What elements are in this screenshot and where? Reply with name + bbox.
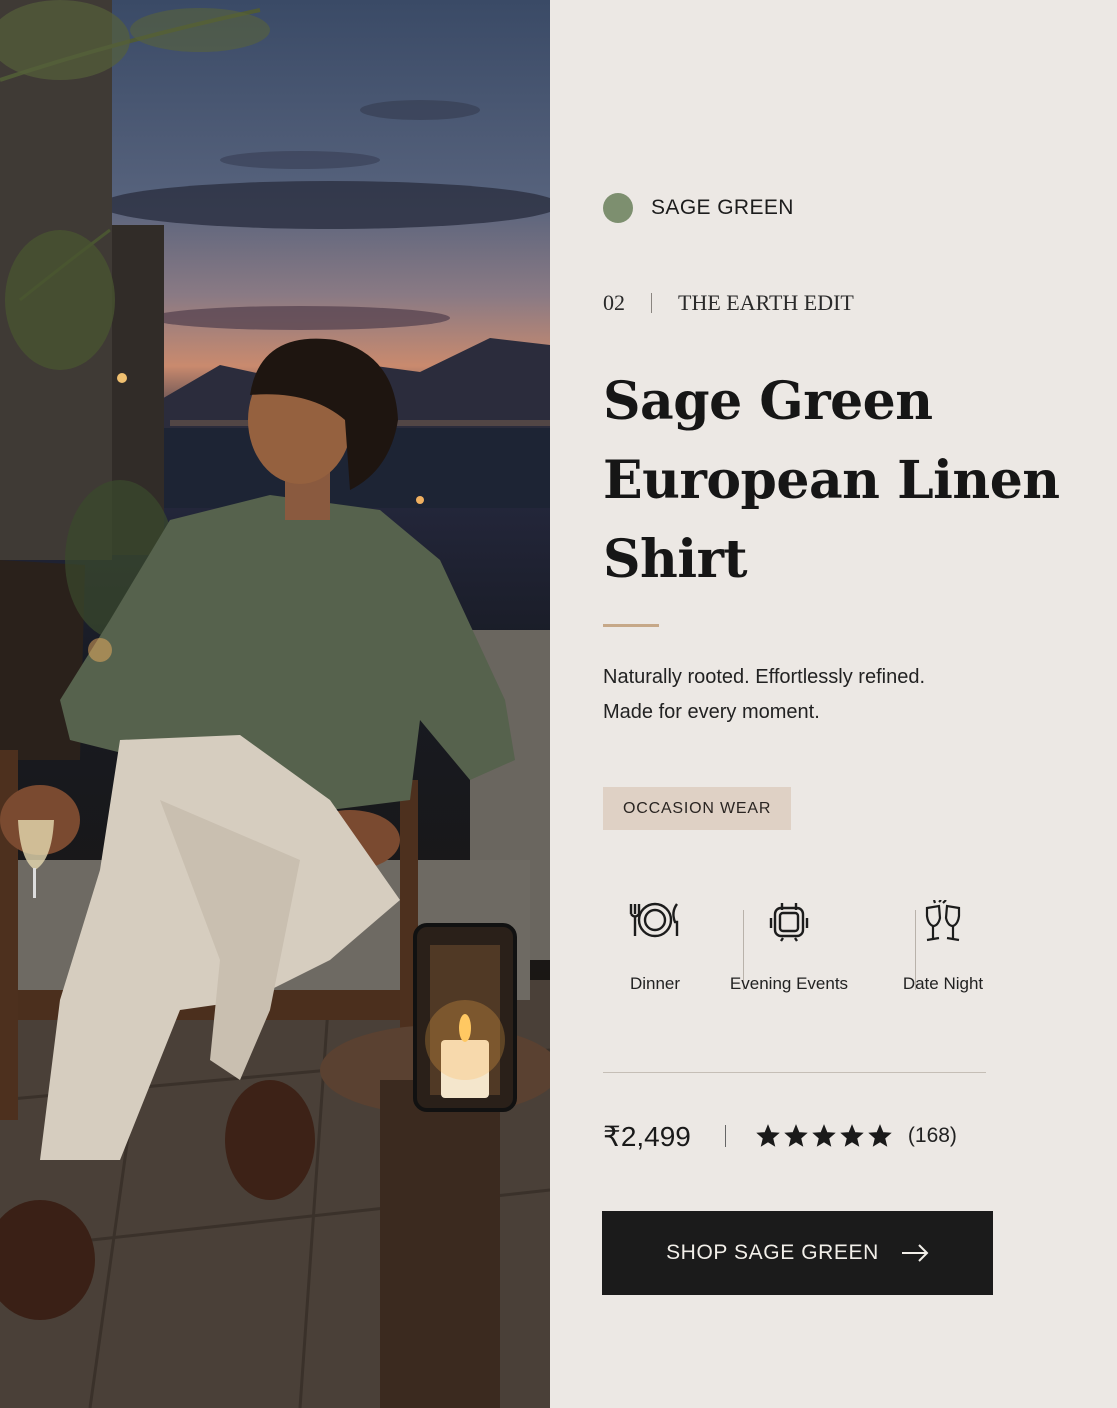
occasion-item-date-night: Date Night — [878, 900, 1008, 994]
color-swatch-label: SAGE GREEN — [651, 196, 794, 219]
star-icon — [756, 1124, 780, 1147]
occasion-label-date-night: Date Night — [902, 974, 984, 993]
collection-separator — [651, 293, 652, 313]
arrow-right-icon — [901, 1244, 929, 1262]
collection-name: THE EARTH EDIT — [678, 290, 854, 315]
occasion-label-evening-events: Evening Events — [729, 974, 849, 993]
event-icon — [724, 900, 854, 960]
occasion-wear-tag: OCCASION WEAR — [603, 787, 792, 830]
tagline-line1: Naturally rooted. Effortlessly refined. — [603, 666, 926, 688]
collection-row: 02 THE EARTH EDIT — [603, 290, 854, 316]
shop-sage-green-button[interactable]: SHOP SAGE GREEN — [602, 1211, 993, 1295]
hero-photo — [0, 0, 550, 1408]
star-icon — [784, 1124, 808, 1147]
color-swatch-row[interactable]: SAGE GREEN — [603, 193, 794, 223]
product-price: ₹2,499 — [603, 1120, 691, 1152]
shop-button-label: SHOP SAGE GREEN — [666, 1241, 879, 1264]
rating-stars[interactable] — [756, 1124, 892, 1148]
product-tagline: Naturally rooted. Effortlessly refined. … — [603, 660, 1023, 730]
price-separator — [724, 1125, 726, 1147]
section-divider — [603, 1072, 986, 1073]
review-count[interactable]: (168) — [908, 1124, 957, 1148]
hero-photo-illustration — [0, 0, 550, 1408]
product-title-line1: Sage Green — [603, 371, 933, 432]
star-icon — [812, 1124, 836, 1147]
title-accent-rule — [603, 624, 659, 627]
occasion-list: Dinner Evening Events Date Night — [590, 900, 990, 1000]
tagline-line2: Made for every moment. — [603, 701, 820, 723]
color-swatch[interactable] — [603, 193, 633, 223]
price-rating-row: ₹2,499 (168) — [603, 1116, 957, 1156]
product-title-line3: Shirt — [603, 529, 748, 590]
occasion-label-dinner: Dinner — [629, 974, 681, 993]
occasion-item-dinner: Dinner — [590, 900, 720, 994]
occasion-item-evening-events: Evening Events — [724, 900, 854, 994]
product-title-line2: European Linen — [603, 450, 1060, 511]
product-title: Sage Green European Linen Shirt — [603, 362, 1073, 599]
product-panel: SAGE GREEN 02 THE EARTH EDIT Sage Green … — [550, 0, 1117, 1408]
plate-cutlery-icon — [590, 900, 720, 960]
collection-number: 02 — [603, 290, 625, 315]
star-icon — [840, 1124, 864, 1147]
champagne-glasses-icon — [878, 900, 1008, 960]
star-icon — [868, 1124, 892, 1147]
